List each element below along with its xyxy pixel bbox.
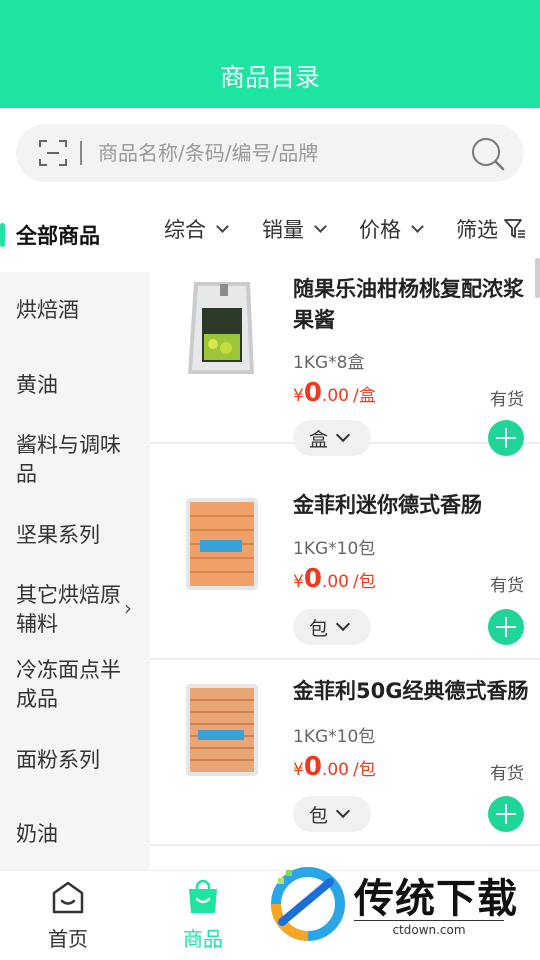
product-image-sausage-pack[interactable] [180, 680, 264, 780]
sidebar-item-frozen-pastry[interactable]: 冷冻面点半成品 [0, 656, 140, 714]
price-currency: ¥ [293, 760, 304, 780]
category-sidebar: 全部商品 烘焙酒 黄油 酱料与调味品 坚果系列 其它烘焙原辅料 › 冷冻面点半成… [0, 198, 150, 870]
chevron-down-icon [335, 427, 351, 443]
filter-bar: 综合 销量 价格 筛选 [150, 198, 540, 258]
sidebar-item-label: 全部商品 [16, 224, 100, 248]
sidebar-item-label: 奶油 [16, 822, 58, 846]
product-price: ¥ 0 .00 /盒 [293, 378, 376, 408]
watermark: 传统下载 ctdown.com [268, 860, 530, 952]
product-card[interactable]: 金菲利迷你德式香肠 1KG*10包 ¥ 0 .00 /包 有货 包 [150, 474, 540, 660]
tab-products[interactable]: 商品 [153, 871, 253, 960]
filter-funnel-icon [504, 219, 525, 238]
chevron-right-icon: › [124, 596, 132, 620]
filter-label: 综合 [164, 218, 206, 242]
scrollbar[interactable] [535, 258, 540, 298]
price-integer: 0 [303, 564, 322, 594]
sidebar-item-label: 坚果系列 [16, 523, 100, 547]
product-name[interactable]: 金菲利50G经典德式香肠 [293, 676, 533, 707]
sidebar-item-label: 黄油 [16, 373, 58, 397]
unit-label: 包 [309, 804, 329, 827]
product-price: ¥ 0 .00 /包 [293, 752, 376, 782]
chevron-down-icon [411, 219, 424, 233]
sidebar-item-flour[interactable]: 面粉系列 [0, 746, 150, 775]
product-spec: 1KG*8盒 [293, 353, 365, 373]
chevron-down-icon [335, 803, 351, 819]
unit-label: 盒 [309, 428, 329, 451]
product-price: ¥ 0 .00 /包 [293, 564, 376, 594]
sidebar-item-label: 面粉系列 [16, 748, 100, 772]
price-decimal: .00 [321, 386, 349, 406]
price-unit: /包 [352, 572, 376, 592]
unit-select[interactable]: 包 [293, 609, 371, 645]
page-title: 商品目录 [219, 63, 320, 92]
chevron-down-icon [314, 219, 327, 233]
sidebar-item-nuts[interactable]: 坚果系列 [0, 521, 150, 550]
scan-icon[interactable] [38, 139, 68, 167]
chevron-down-icon [216, 219, 229, 233]
stock-status: 有货 [490, 390, 524, 410]
add-to-cart-button[interactable] [488, 796, 524, 832]
search-icon[interactable] [470, 136, 506, 172]
top-header: 商品目录 [0, 0, 540, 108]
filter-label: 销量 [262, 218, 304, 242]
sidebar-item-label: 烘焙酒 [16, 298, 79, 322]
product-image-sauce-pouch[interactable] [180, 278, 264, 378]
price-integer: 0 [303, 378, 322, 408]
sidebar-item-label: 其它烘焙原辅料 [16, 583, 121, 636]
add-to-cart-button[interactable] [488, 420, 524, 456]
shopping-bag-icon [189, 879, 217, 913]
tab-label: 商品 [183, 927, 223, 951]
sidebar-item-baking-wine[interactable]: 烘焙酒 [0, 296, 150, 325]
sidebar-item-other-baking[interactable]: 其它烘焙原辅料 [0, 581, 124, 639]
unit-label: 包 [309, 617, 329, 640]
filter-label: 筛选 [456, 218, 498, 242]
add-to-cart-button[interactable] [488, 609, 524, 645]
product-name[interactable]: 金菲利迷你德式香肠 [293, 490, 533, 521]
tab-label: 首页 [48, 927, 88, 951]
filter-comprehensive[interactable]: 综合 [164, 214, 229, 244]
price-decimal: .00 [321, 572, 349, 592]
product-list: 随果乐油柑杨桃复配浓浆果酱 1KG*8盒 ¥ 0 .00 /盒 有货 盒 金菲利… [150, 258, 540, 870]
price-currency: ¥ [293, 572, 304, 592]
watermark-url: ctdown.com [354, 920, 504, 937]
stock-status: 有货 [490, 764, 524, 784]
price-decimal: .00 [321, 760, 349, 780]
unit-select[interactable]: 盒 [293, 420, 371, 456]
stock-status: 有货 [490, 576, 524, 596]
price-unit: /盒 [352, 386, 376, 406]
sidebar-item-sauces[interactable]: 酱料与调味品 [0, 431, 140, 489]
search-bar[interactable] [16, 124, 524, 182]
home-icon [52, 881, 84, 914]
product-name[interactable]: 随果乐油柑杨桃复配浓浆果酱 [293, 274, 533, 336]
search-divider [80, 141, 82, 165]
watermark-title: 传统下载 [354, 876, 518, 922]
product-spec: 1KG*10包 [293, 727, 376, 747]
price-integer: 0 [303, 752, 322, 782]
sidebar-item-all[interactable]: 全部商品 [0, 198, 150, 272]
sidebar-item-cream[interactable]: 奶油 [0, 820, 150, 849]
price-unit: /包 [352, 760, 376, 780]
watermark-logo [271, 867, 345, 941]
search-input[interactable] [98, 134, 458, 172]
filter-label: 价格 [359, 218, 401, 242]
sidebar-item-butter[interactable]: 黄油 [0, 371, 150, 400]
sidebar-item-label: 酱料与调味品 [16, 433, 121, 486]
filter-sales[interactable]: 销量 [262, 214, 327, 244]
product-spec: 1KG*10包 [293, 539, 376, 559]
price-currency: ¥ [293, 386, 304, 406]
unit-select[interactable]: 包 [293, 796, 371, 832]
sidebar-item-label: 冷冻面点半成品 [16, 658, 121, 711]
product-card[interactable]: 金菲利50G经典德式香肠 1KG*10包 ¥ 0 .00 /包 有货 包 [150, 660, 540, 846]
tab-home[interactable]: 首页 [18, 871, 118, 960]
product-image-sausage-pack[interactable] [180, 494, 264, 594]
filter-screen[interactable]: 筛选 [456, 214, 526, 244]
filter-price[interactable]: 价格 [359, 214, 424, 244]
chevron-down-icon [335, 616, 351, 632]
product-card[interactable]: 随果乐油柑杨桃复配浓浆果酱 1KG*8盒 ¥ 0 .00 /盒 有货 盒 [150, 258, 540, 456]
